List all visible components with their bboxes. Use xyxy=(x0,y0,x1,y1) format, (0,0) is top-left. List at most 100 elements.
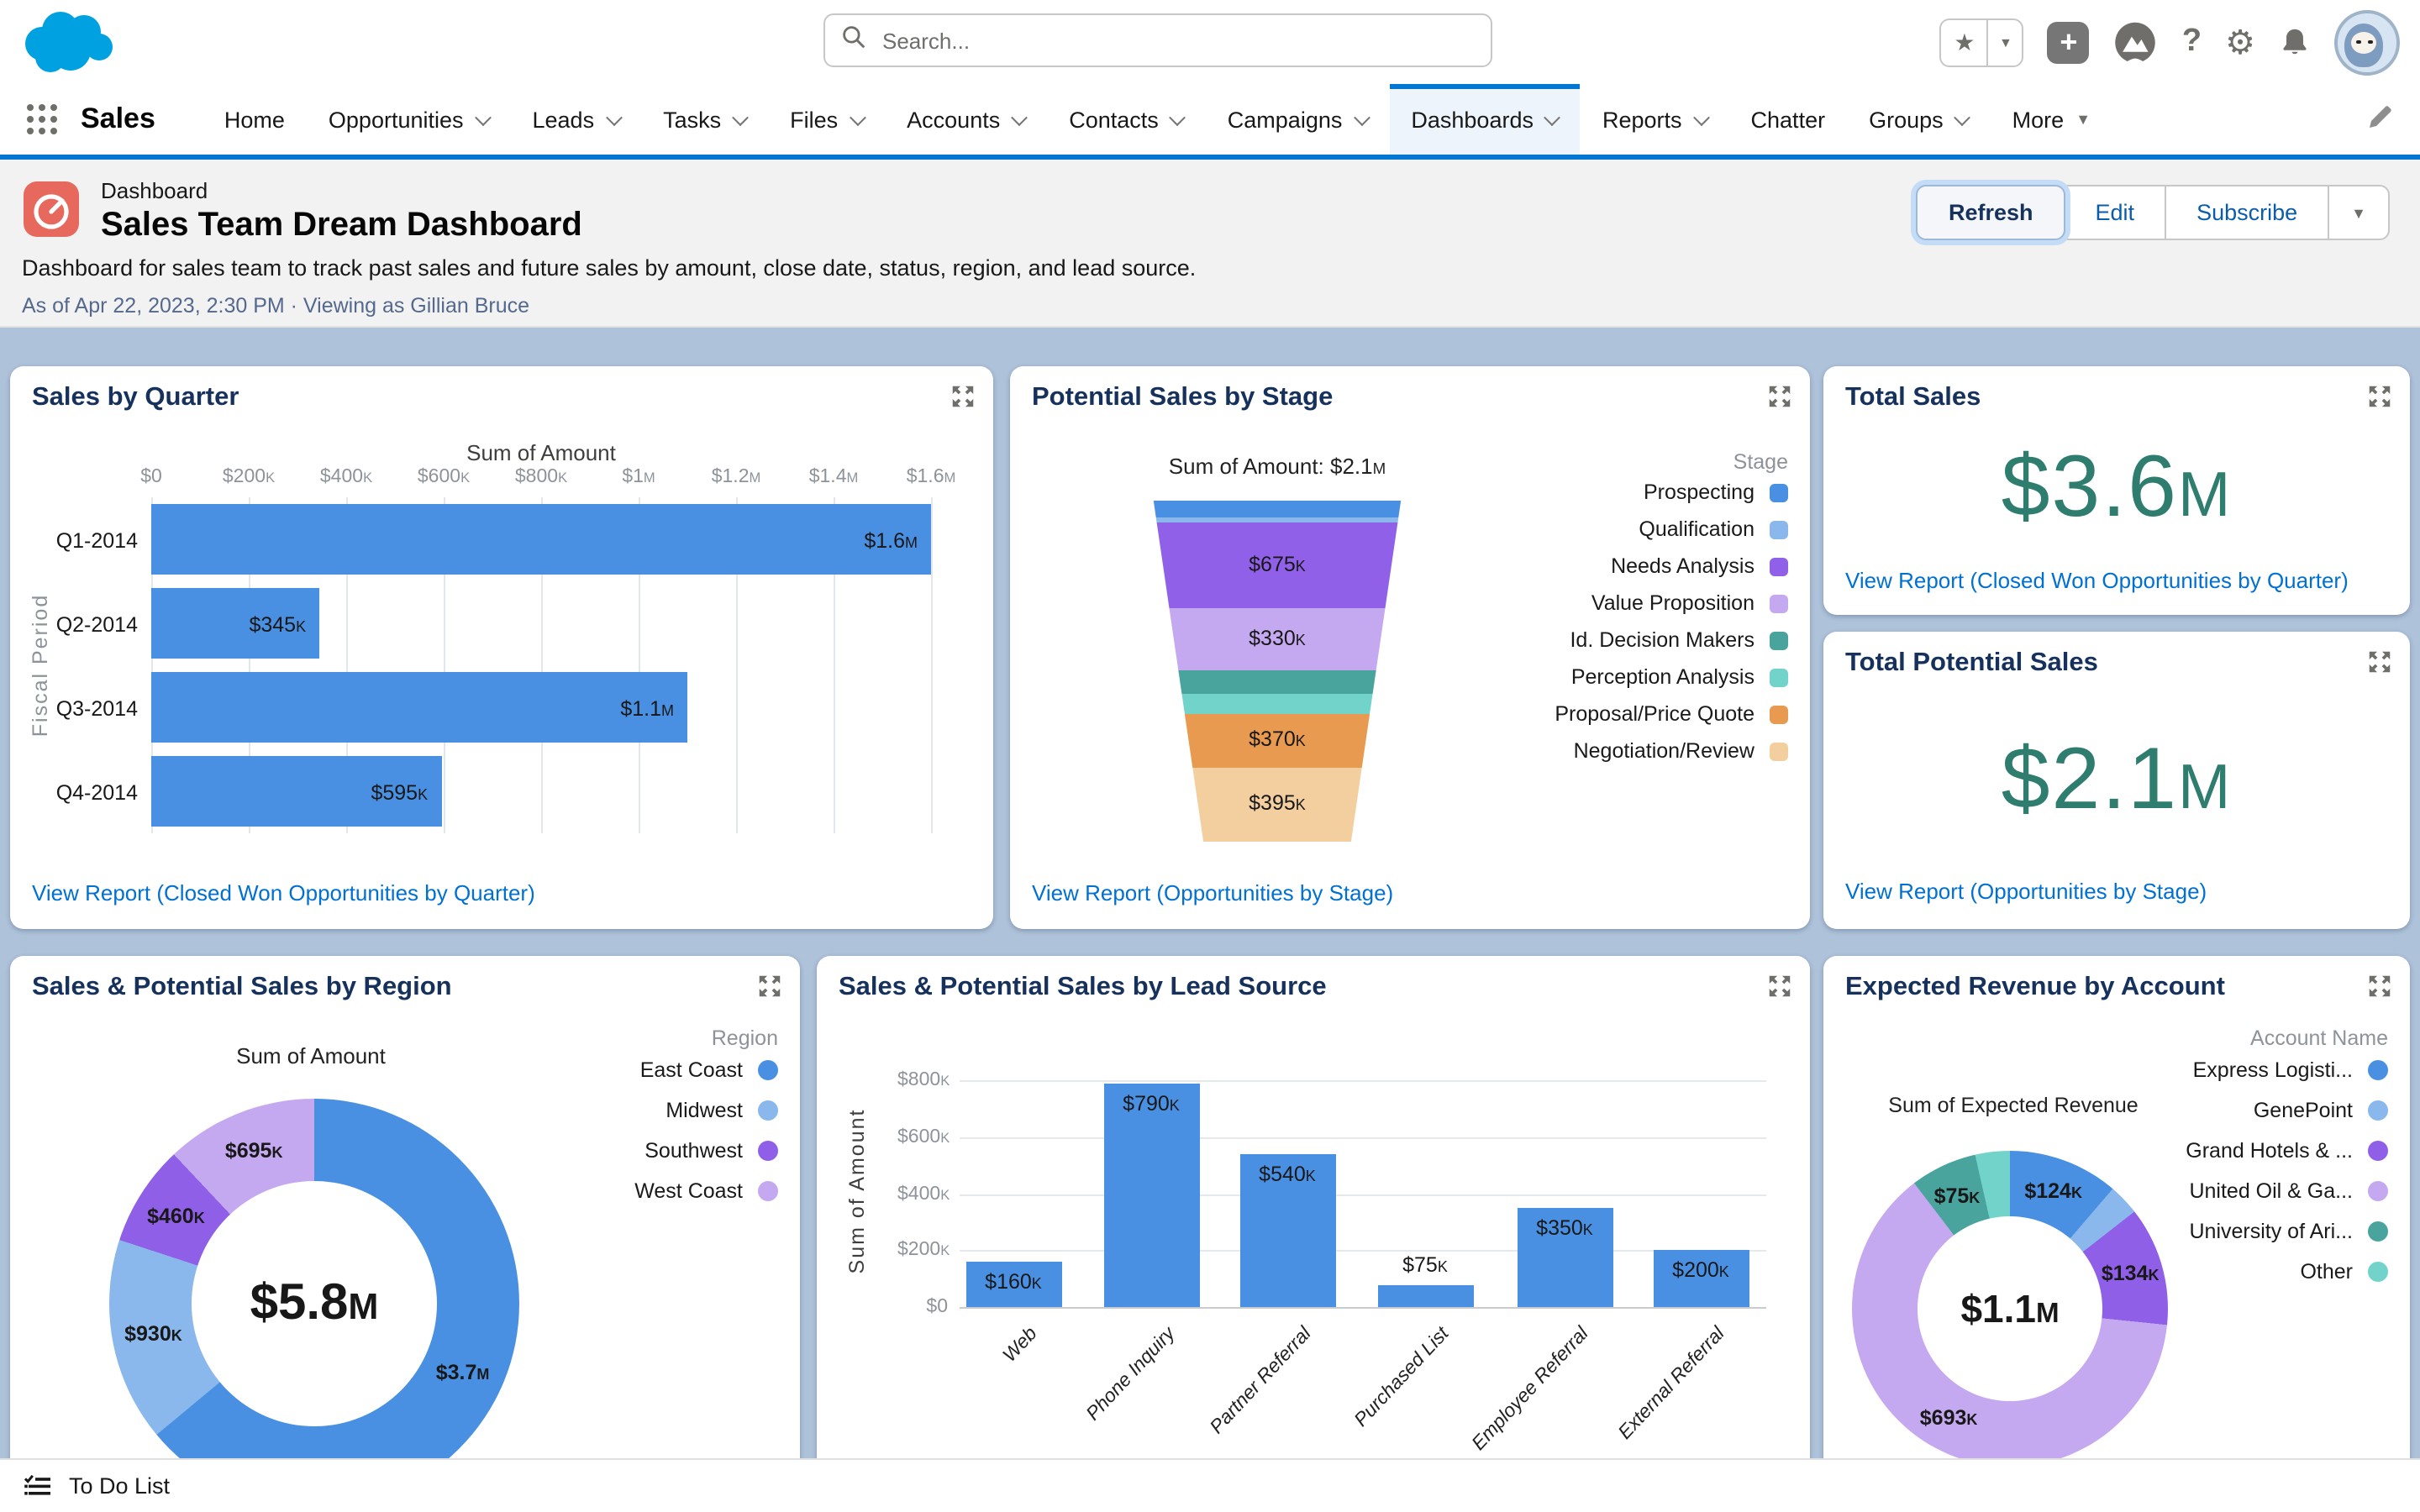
expand-icon[interactable] xyxy=(758,974,781,998)
tab-accounts[interactable]: Accounts xyxy=(885,84,1047,155)
expand-icon[interactable] xyxy=(2368,650,2391,674)
tab-home[interactable]: Home xyxy=(203,84,307,155)
tab-groups[interactable]: Groups xyxy=(1847,84,1991,155)
help-icon[interactable]: ? xyxy=(2182,24,2202,60)
legend-item-genepoint[interactable]: GenePoint xyxy=(2186,1090,2388,1131)
edit-button[interactable]: Edit xyxy=(2063,185,2167,240)
legend-item-needs-analysis[interactable]: Needs Analysis xyxy=(1555,548,1788,585)
tab-label: Home xyxy=(224,107,285,132)
category-label: Q4-2014 xyxy=(55,781,138,805)
favorites-star-icon[interactable]: ★ xyxy=(1942,19,1987,65)
funnel-value-label: $675K xyxy=(1249,552,1306,575)
legend-item-express-logisti[interactable]: Express Logisti... xyxy=(2186,1050,2388,1090)
legend-item-negotiation-review[interactable]: Negotiation/Review xyxy=(1555,732,1788,769)
global-actions-icon[interactable]: + xyxy=(2047,21,2090,63)
tab-chatter[interactable]: Chatter xyxy=(1729,84,1848,155)
expand-icon[interactable] xyxy=(951,385,975,408)
tab-campaigns[interactable]: Campaigns xyxy=(1206,84,1390,155)
user-avatar[interactable] xyxy=(2334,9,2400,75)
widget-total-potential-sales: Total Potential Sales $2.1M View Report … xyxy=(1823,632,2410,929)
legend-swatch xyxy=(1770,705,1788,723)
todo-list-dock[interactable]: To Do List xyxy=(0,1458,2420,1512)
view-report-link[interactable]: View Report (Closed Won Opportunities by… xyxy=(1845,568,2349,593)
caret-down-icon: ▼ xyxy=(2351,204,2366,221)
bar-value-label: $540K xyxy=(1259,1162,1316,1186)
tab-files[interactable]: Files xyxy=(768,84,885,155)
tab-contacts[interactable]: Contacts xyxy=(1047,84,1206,155)
legend-item-perception-analysis[interactable]: Perception Analysis xyxy=(1555,659,1788,696)
guidance-center-icon[interactable] xyxy=(2113,19,2159,65)
bar-purchased-list[interactable] xyxy=(1377,1285,1473,1307)
legend-item-southwest[interactable]: Southwest xyxy=(634,1131,778,1171)
tab-more[interactable]: More ▼ xyxy=(1991,84,2112,155)
expand-icon[interactable] xyxy=(1768,385,1791,408)
legend-swatch xyxy=(1770,520,1788,538)
funnel-stage-id-decision-makers[interactable] xyxy=(1153,670,1402,694)
tab-dashboards[interactable]: Dashboards xyxy=(1389,84,1581,155)
bar-value-label: $350K xyxy=(1536,1215,1593,1240)
gridline xyxy=(960,1194,1766,1195)
tab-label: Accounts xyxy=(907,107,1001,132)
expand-icon[interactable] xyxy=(1768,974,1791,998)
widget-title: Total Potential Sales xyxy=(1845,648,2098,677)
legend-item-other[interactable]: Other xyxy=(2186,1252,2388,1292)
app-launcher-icon[interactable] xyxy=(27,104,57,134)
tab-reports[interactable]: Reports xyxy=(1581,84,1729,155)
legend-item-prospecting[interactable]: Prospecting xyxy=(1555,474,1788,511)
chevron-down-icon xyxy=(849,108,866,126)
funnel-stage-perception-analysis[interactable] xyxy=(1153,694,1402,714)
subscribe-button[interactable]: Subscribe xyxy=(2165,185,2330,240)
chevron-down-icon xyxy=(1692,108,1710,126)
slice-value-label: $3.7M xyxy=(435,1361,490,1385)
slice-value-label: $134K xyxy=(2101,1262,2160,1286)
legend-item-value-proposition[interactable]: Value Proposition xyxy=(1555,585,1788,622)
widget-title: Expected Revenue by Account xyxy=(1845,973,2225,1001)
widget-expected-revenue-by-account: Expected Revenue by Account Sum of Expec… xyxy=(1823,956,2410,1512)
legend-item-united-oil-ga[interactable]: United Oil & Ga... xyxy=(2186,1171,2388,1211)
view-report-link[interactable]: View Report (Closed Won Opportunities by… xyxy=(32,880,535,906)
legend-item-midwest[interactable]: Midwest xyxy=(634,1090,778,1131)
widget-sales-by-quarter: Sales by Quarter Sum of Amount Fiscal Pe… xyxy=(10,366,993,929)
gridline xyxy=(960,1137,1766,1139)
legend-swatch xyxy=(758,1060,778,1080)
legend-item-proposal-price-quote[interactable]: Proposal/Price Quote xyxy=(1555,696,1788,732)
category-label: Q1-2014 xyxy=(55,529,138,553)
tab-label: Tasks xyxy=(663,107,722,132)
slice-value-label: $460K xyxy=(147,1204,205,1228)
dashboard-asof-text: As of Apr 22, 2023, 2:30 PM · Viewing as… xyxy=(22,294,530,318)
legend-item-qualification[interactable]: Qualification xyxy=(1555,511,1788,548)
widget-title: Sales by Quarter xyxy=(32,383,239,412)
legend-item-east-coast[interactable]: East Coast xyxy=(634,1050,778,1090)
refresh-button[interactable]: Refresh xyxy=(1916,185,2065,240)
bar-q3-2014[interactable] xyxy=(151,672,687,743)
global-search xyxy=(823,13,1492,67)
expand-icon[interactable] xyxy=(2368,385,2391,408)
funnel-stage-prospecting[interactable] xyxy=(1153,501,1402,517)
legend-swatch xyxy=(1770,631,1788,649)
legend-title: Stage xyxy=(1733,450,1788,474)
tab-opportunities[interactable]: Opportunities xyxy=(307,84,511,155)
notifications-bell-icon[interactable] xyxy=(2279,26,2311,58)
slice-value-label: $693K xyxy=(1919,1405,1978,1430)
setup-gear-icon[interactable]: ⚙ xyxy=(2225,21,2255,63)
bar-q1-2014[interactable] xyxy=(151,504,931,575)
donut-subtitle: Sum of Expected Revenue xyxy=(1888,1094,2139,1117)
widget-potential-sales-by-stage: Potential Sales by Stage Sum of Amount: … xyxy=(1010,366,1810,929)
tab-leads[interactable]: Leads xyxy=(511,84,642,155)
expand-icon[interactable] xyxy=(2368,974,2391,998)
funnel-chart[interactable]: $675K $330K $370K $395K xyxy=(1153,501,1402,850)
search-input[interactable] xyxy=(879,26,1474,55)
legend-item-west-coast[interactable]: West Coast xyxy=(634,1171,778,1211)
legend-item-grand-hotels[interactable]: Grand Hotels & ... xyxy=(2186,1131,2388,1171)
view-report-link[interactable]: View Report (Opportunities by Stage) xyxy=(1032,880,1393,906)
view-report-link[interactable]: View Report (Opportunities by Stage) xyxy=(1845,879,2207,904)
more-actions-button[interactable]: ▼ xyxy=(2328,185,2390,240)
tab-tasks[interactable]: Tasks xyxy=(641,84,768,155)
bar-phone-inquiry[interactable] xyxy=(1103,1083,1199,1307)
legend-item-id-decision-makers[interactable]: Id. Decision Makers xyxy=(1555,622,1788,659)
edit-nav-pencil-icon[interactable] xyxy=(2366,104,2393,139)
salesforce-app: ★ ▼ + ? ⚙ Sales Home Opportunities Leads Ta… xyxy=(0,0,2420,1512)
legend-item-university-of-ari[interactable]: University of Ari... xyxy=(2186,1211,2388,1252)
favorites-caret-icon[interactable]: ▼ xyxy=(1986,19,2023,65)
legend-label: East Coast xyxy=(639,1058,743,1082)
